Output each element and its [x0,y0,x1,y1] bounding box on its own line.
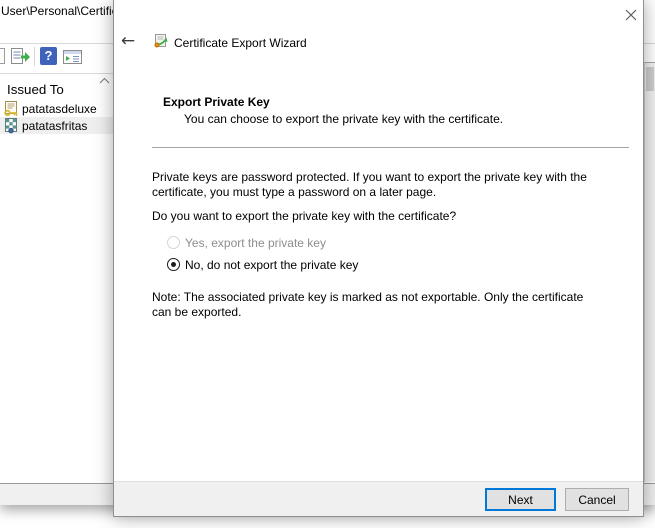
column-header-issued-to[interactable]: Issued To [0,75,116,99]
dialog-footer: Next Cancel [114,481,643,516]
export-list-icon [10,47,32,67]
scrollbar-thumb[interactable] [646,67,654,91]
note-line: can be exported. [152,305,241,320]
separator-line [152,147,629,148]
toolbar-separator [34,47,35,66]
list-item-patatasdeluxe[interactable]: patatasdeluxe [0,100,116,117]
radio-label: No, do not export the private key [185,258,358,272]
wizard-title: Certificate Export Wizard [174,36,307,50]
export-list-icon[interactable] [10,46,32,68]
help-icon[interactable]: ? [40,46,62,68]
certificate-export-wizard-dialog: ← Certificate Export Wizard Export Priva… [113,0,644,517]
list-item-label: patatasdeluxe [22,102,97,116]
close-icon [620,4,642,26]
back-button[interactable]: ← [117,31,139,51]
partial-icon [0,48,5,64]
page-heading: Export Private Key [163,95,270,109]
certificate-with-key-icon [3,101,19,117]
window-title-path: User\Personal\Certific [1,4,118,18]
certificate-list: Issued To patatasdeluxe [0,75,116,483]
close-button[interactable] [620,4,642,26]
question-text: Do you want to export the private key wi… [152,209,456,224]
radio-yes-export-private-key: Yes, export the private key [167,235,326,250]
certificate-icon [3,118,19,134]
chevron-up-icon [99,77,110,85]
paragraph-line: Private keys are password protected. If … [152,170,587,185]
console-tree-icon[interactable] [62,46,84,68]
help-icon: ? [40,47,57,65]
radio-button-icon [167,258,180,271]
back-arrow-icon: ← [121,31,135,51]
list-item-patatasfritas[interactable]: patatasfritas [0,117,116,134]
page-subtitle: You can choose to export the private key… [184,112,503,126]
radio-button-icon [167,236,180,249]
console-tree-icon [62,48,83,66]
next-button[interactable]: Next [485,488,556,511]
cancel-button[interactable]: Cancel [565,488,629,511]
list-item-label: patatasfritas [22,119,87,133]
screen: User\Personal\Certific ? [0,0,655,528]
paragraph-line: certificate, you must type a password on… [152,185,436,200]
radio-label: Yes, export the private key [185,236,326,250]
certificate-export-wizard-icon [153,33,169,49]
radio-no-export-private-key[interactable]: No, do not export the private key [167,257,358,272]
column-header-label: Issued To [7,82,64,97]
background-scrollbar[interactable] [644,62,655,482]
note-line: Note: The associated private key is mark… [152,290,583,305]
